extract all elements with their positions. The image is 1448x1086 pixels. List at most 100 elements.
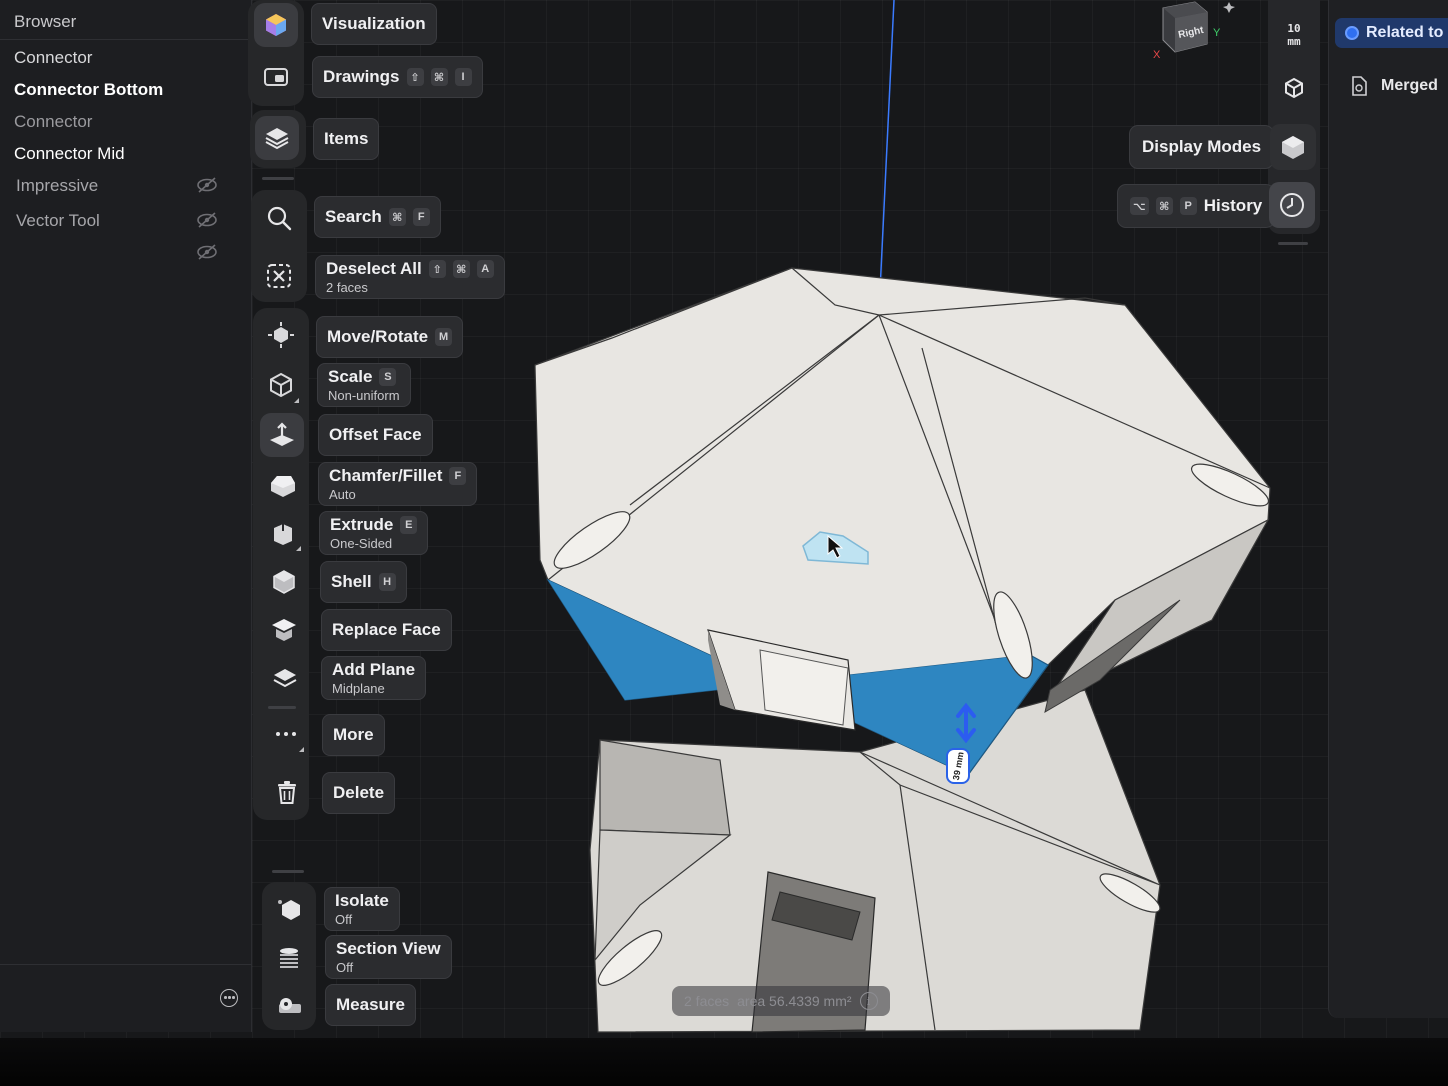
offset-face-pill[interactable]: Offset Face [318,414,433,456]
replace-face-pill[interactable]: Replace Face [321,609,452,651]
search-button[interactable] [257,196,301,240]
tree-item-label: Connector Bottom [14,80,164,99]
visualization-button[interactable] [254,3,298,47]
isolate-button[interactable] [267,888,311,932]
related-dot-icon [1345,26,1359,40]
toolbar-divider [1278,242,1308,245]
search-pill[interactable]: Search ⌘ F [314,196,441,238]
replace-face-icon [272,619,296,641]
shortcut-key: I [454,68,472,86]
tree-item-vector-tool[interactable]: Vector Tool [0,206,232,236]
isolate-label: Isolate [335,891,389,910]
sparkle-icon [1223,2,1235,13]
shortcut-key: ⌘ [452,260,470,278]
dimension-badge[interactable]: 39 mm [946,748,970,784]
offset-face-label: Offset Face [329,425,422,444]
eye-slash-icon[interactable] [196,244,218,260]
drawings-button[interactable] [254,55,298,99]
scale-icon [270,372,292,398]
shell-pill[interactable]: Shell H [320,561,407,603]
tree-item-connector-bottom[interactable]: Connector Bottom [0,75,232,105]
clock-icon [1280,193,1304,217]
document-icon [1352,76,1367,96]
cube-gradient-icon [266,14,286,36]
more-pill[interactable]: More [322,714,385,756]
history-button[interactable] [1269,182,1315,228]
isolate-icon [278,900,300,920]
measure-pill[interactable]: Measure [325,984,416,1026]
display-modes-button[interactable] [1270,124,1316,170]
extrude-pill[interactable]: Extrude E One-Sided [319,511,429,555]
shell-label: Shell [331,572,372,591]
isolate-pill[interactable]: Isolate Off [324,887,400,931]
deselect-button[interactable] [257,254,301,298]
shortcut-key: S [379,368,397,386]
offset-face-button[interactable] [260,413,304,457]
chamfer-sub: Auto [329,487,356,502]
display-modes-label: Display Modes [1142,137,1262,156]
tree-item-connector-mid[interactable]: Connector Mid [0,139,232,169]
tree-item-label: Connector [14,48,93,67]
units-value: 10 [1287,22,1301,35]
shell-button[interactable] [262,560,306,604]
extrude-sub: One-Sided [330,536,393,551]
add-plane-pill[interactable]: Add Plane Midplane [321,656,427,700]
delete-pill[interactable]: Delete [322,772,396,814]
more-icon [276,732,296,736]
items-button[interactable] [255,116,299,160]
section-view-pill[interactable]: Section View Off [325,935,452,979]
related-item-merged[interactable]: Merged [1351,76,1438,96]
replace-face-button[interactable] [262,608,306,652]
eye-slash-icon[interactable] [196,212,218,228]
status-area: area 56.4339 mm² [737,993,852,1009]
deselect-all-pill[interactable]: Deselect All ⇧ ⌘ A 2 faces [315,255,505,299]
section-view-button[interactable] [267,936,311,980]
visualization-pill[interactable]: Visualization [311,3,437,45]
drawings-pill[interactable]: Drawings ⇧ ⌘ I [312,56,483,98]
orientation-icon[interactable] [1282,76,1306,100]
items-pill[interactable]: Items [313,118,380,160]
tree-item-unnamed[interactable] [0,238,232,268]
history-label: History [1203,196,1263,215]
history-pill[interactable]: ⌥ ⌘ P History [1117,184,1276,228]
chamfer-fillet-pill[interactable]: Chamfer/Fillet F Auto [318,462,478,506]
scale-button[interactable] [259,363,303,407]
shortcut-key: F [412,208,430,226]
units-indicator[interactable]: 10 mm [1276,22,1312,48]
isolate-sub: Off [335,912,353,927]
tree-item-impressive[interactable]: Impressive [0,171,232,201]
comment-icon[interactable] [220,989,238,1007]
move-rotate-pill[interactable]: Move/Rotate M [316,316,464,358]
chamfer-label: Chamfer/Fillet [329,466,443,485]
more-button[interactable] [264,712,308,756]
extrude-label: Extrude [330,515,394,534]
screen-bezel [0,1038,1448,1086]
add-plane-icon [273,669,297,688]
move-rotate-label: Move/Rotate [327,327,429,346]
move-rotate-button[interactable] [259,313,303,357]
replace-face-label: Replace Face [332,620,441,639]
items-label: Items [324,129,369,148]
axis-y-label: Y [1213,27,1221,39]
chamfer-button[interactable] [261,463,305,507]
info-icon[interactable]: i [859,992,878,1010]
shortcut-key: ⌘ [1155,197,1173,215]
related-to-tab[interactable]: Related to [1335,18,1448,48]
display-modes-pill[interactable]: Display Modes [1129,125,1275,169]
delete-button[interactable] [265,770,309,814]
add-plane-button[interactable] [263,656,307,700]
measure-button[interactable] [268,984,312,1028]
shortcut-key: ⇧ [428,260,446,278]
drawings-icon [264,68,288,86]
visualization-label: Visualization [322,14,426,33]
toolbar-divider [272,870,304,873]
tree-item-connector-2[interactable]: Connector [0,107,232,137]
eye-slash-icon[interactable] [196,177,218,193]
scale-pill[interactable]: Scale S Non-uniform [317,363,411,407]
extrude-button[interactable] [261,511,305,555]
view-cube[interactable]: Right Y X [1145,0,1237,66]
search-label: Search [325,207,382,226]
tree-item-label: Connector [14,112,93,131]
tree-item-connector[interactable]: Connector [0,43,232,73]
shortcut-key: E [400,516,418,534]
